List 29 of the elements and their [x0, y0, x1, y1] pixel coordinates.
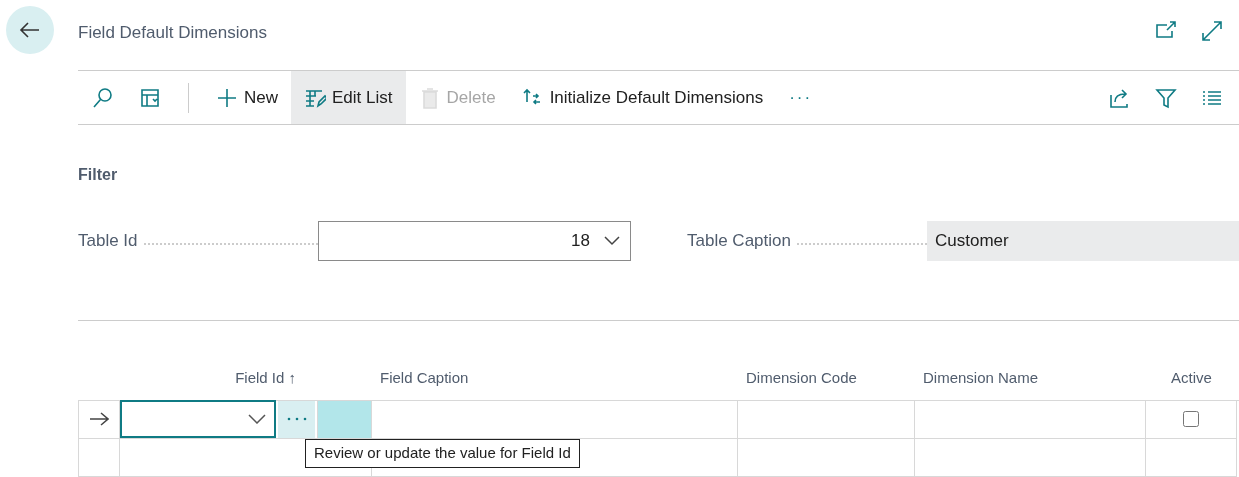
filter-icon[interactable] — [1155, 86, 1177, 109]
search-icon — [91, 86, 113, 109]
dropdown-field[interactable]: 18 — [318, 221, 631, 261]
more-icon — [286, 417, 307, 421]
toolbar-button[interactable]: Initialize Default Dimensions — [508, 71, 777, 124]
column-header: Dimension Code — [745, 368, 858, 388]
section-heading: Filter — [78, 165, 119, 185]
toolbar-button[interactable]: New — [203, 71, 291, 124]
back-button[interactable] — [6, 6, 54, 54]
column-header: Dimension Name — [922, 368, 1040, 388]
page-title: Field Default Dimensions — [78, 22, 268, 44]
column-header: Field Id ↑ — [234, 368, 297, 388]
layout-icon — [139, 86, 161, 109]
current-row-arrow-icon — [89, 412, 109, 426]
chevron-icon — [248, 414, 266, 424]
checkbox[interactable] — [1183, 411, 1199, 427]
tooltip: Review or update the value for Field Id — [305, 439, 580, 468]
share-icon[interactable] — [1109, 86, 1131, 109]
plus-icon — [216, 86, 238, 109]
field-label: Table Caption — [687, 230, 791, 253]
readonly-field: Customer — [927, 221, 1239, 261]
more-button[interactable]: ··· — [776, 71, 826, 124]
toolbar-button[interactable]: Edit List — [291, 71, 406, 124]
chevron-icon — [604, 236, 620, 246]
field-label: Table Id — [78, 230, 138, 253]
column-header: Field Caption — [379, 368, 470, 388]
column-header: Active — [1170, 368, 1213, 388]
dropdown-field[interactable] — [120, 400, 276, 438]
expand-icon[interactable] — [1201, 20, 1223, 42]
